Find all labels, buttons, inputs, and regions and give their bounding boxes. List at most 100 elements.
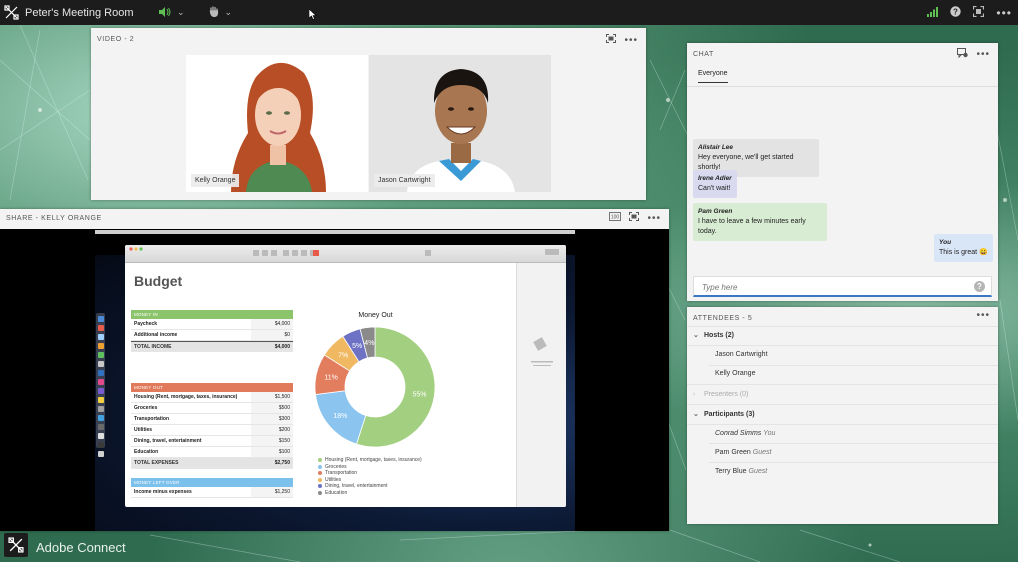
top-bar: Peter's Meeting Room ⌄ ⌄ ? ••• [0,0,1018,25]
attendees-pod-title: ATTENDEES - 5 [693,315,753,322]
table-row: Utilities $200 [131,425,293,436]
video-pod-title: VIDEO - 2 [97,36,135,43]
chat-options-icon[interactable] [957,48,969,61]
message-author: Pam Green [698,208,733,215]
chevron-right-icon[interactable]: › [693,391,699,398]
attendee[interactable]: Conrad Simms You [715,430,775,437]
legend-swatch [318,477,322,482]
pod-options-icon[interactable]: ••• [976,310,990,321]
participant-video-icon [369,55,551,192]
money-in-header: MONEY IN [131,310,293,319]
speaker-icon[interactable] [159,4,171,22]
video-tile[interactable]: Jason Cartwright [369,55,551,192]
chat-message: You This is great 😀 [934,234,993,262]
presenters-group[interactable]: › Presenters (0) [693,391,748,398]
message-text: Hey everyone, we'll get started shortly! [698,154,794,171]
help-icon[interactable]: ? [950,4,962,22]
divider [687,384,998,385]
money-out-table: MONEY OUT Housing (Rent, mortgage, taxes… [131,383,293,469]
audio-control[interactable]: ⌄ [159,0,185,25]
slice-label: 11% [324,375,338,382]
legend-swatch [318,471,322,476]
app-toolbar [125,245,566,263]
slice-label: 4% [364,340,374,347]
fullscreen-icon[interactable] [629,212,640,224]
video-tile[interactable]: Kelly Orange [186,55,368,192]
legend-swatch [318,490,322,495]
divider [709,443,998,444]
chat-message: Pam Green I have to leave a few minutes … [693,203,827,241]
donut-chart: 55% 18% 11% 7% 5% 4% [314,326,436,448]
pod-options-icon[interactable]: ••• [647,213,661,224]
chart-legend: Housing (Rent, mortgage, taxes, insuranc… [318,457,422,496]
help-icon[interactable]: ? [974,281,985,292]
attendee[interactable]: Terry Blue Guest [715,468,767,475]
more-icon[interactable]: ••• [996,6,1012,20]
attendee[interactable]: Jason Cartwright [715,351,768,358]
shared-screen[interactable]: Budget MONEY IN Paycheck $4,000 Additiona… [0,229,669,531]
adobe-connect-logo-icon [4,533,28,557]
fullscreen-icon[interactable] [973,4,985,22]
chat-input-box[interactable]: ? [693,276,992,297]
zoom-label: 100 [611,215,620,221]
video-tile-name: Jason Cartwright [374,174,435,187]
participants-group[interactable]: ⌄ Participants (3) [693,410,755,419]
chevron-down-icon[interactable]: ⌄ [693,410,699,418]
divider [709,462,998,463]
attendee[interactable]: Kelly Orange [715,370,755,377]
mac-menubar [95,230,575,234]
legend-swatch [318,464,322,469]
table-row: Income minus expenses $1,250 [131,487,293,498]
format-sidebar [516,263,566,507]
chevron-down-icon[interactable]: ⌄ [225,7,233,18]
budget-title: Budget [134,273,183,289]
video-pod: VIDEO - 2 ••• Kelly Orange Jason Cartwri… [91,28,646,200]
chat-input[interactable] [694,278,964,297]
table-total-row: TOTAL EXPENSES $2,750 [131,458,293,469]
chat-pod: CHAT ••• Everyone Alistair Lee Hey every… [687,43,998,301]
attendees-pod: ATTENDEES - 5 ••• ⌄ Hosts (2) Jason Cart… [687,307,998,524]
signal-bars-icon[interactable] [927,4,939,22]
chevron-down-icon[interactable]: ⌄ [693,331,699,339]
table-row: Education $100 [131,447,293,458]
legend-label: Education [325,489,348,496]
money-left-table: MONEY LEFT OVER Income minus expenses $1,… [131,478,293,498]
chevron-down-icon[interactable]: ⌄ [177,7,185,18]
zoom-icon[interactable]: 100 [609,212,622,224]
slice-label: 5% [352,343,362,350]
raise-hand-control[interactable]: ⌄ [209,0,233,25]
table-row: Housing (Rent, mortgage, taxes, insuranc… [131,392,293,403]
legend-swatch [318,458,322,463]
share-pod-title: SHARE - KELLY ORANGE [6,215,102,222]
numbers-window[interactable]: Budget MONEY IN Paycheck $4,000 Additiona… [125,245,566,507]
tab-divider [687,86,998,87]
fullscreen-icon[interactable] [606,34,617,46]
slice-label: 55% [412,392,426,399]
message-author: You [939,239,952,246]
table-total-row: TOTAL INCOME $4,000 [131,341,293,352]
chat-pod-title: CHAT [693,51,714,58]
video-tile-name: Kelly Orange [191,174,240,187]
hand-icon[interactable] [209,4,219,22]
hosts-group[interactable]: ⌄ Hosts (2) [693,331,734,340]
chart-title: Money Out [358,312,393,319]
chat-message: Irene Adler Can't wait! [693,170,737,198]
dock [96,313,105,457]
svg-text:?: ? [953,7,958,16]
divider [709,365,998,366]
pod-options-icon[interactable]: ••• [624,35,638,46]
divider [687,326,998,327]
divider [687,404,998,405]
tab-everyone[interactable]: Everyone [698,70,728,83]
money-out-chart: Money Out 55% 18% 11% 7% 5% 4% Housing (Rent,… [308,310,443,505]
attendee[interactable]: Pam Green Guest [715,449,771,456]
message-text: Can't wait! [698,185,731,192]
mouse-cursor-icon [308,7,317,25]
slice-label: 18% [333,413,347,420]
money-in-table: MONEY IN Paycheck $4,000 Additional incom… [131,310,293,352]
pod-options-icon[interactable]: ••• [976,49,990,60]
message-author: Irene Adler [698,175,732,182]
legend-item: Education [318,490,422,497]
table-row: Transportation $300 [131,414,293,425]
adobe-connect-logo-icon[interactable] [3,4,20,21]
